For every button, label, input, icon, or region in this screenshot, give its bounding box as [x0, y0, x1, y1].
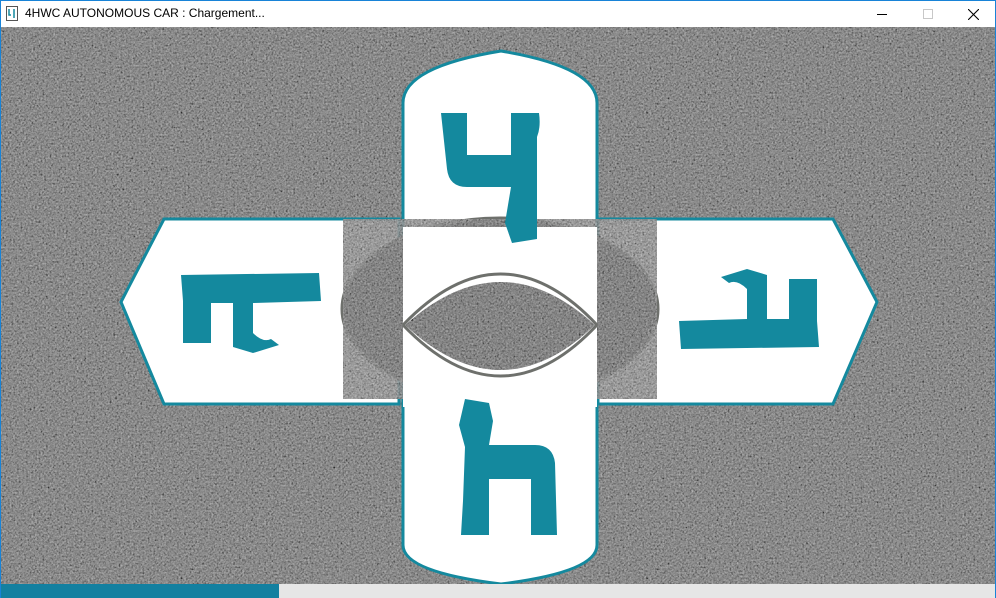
loading-progress-bar	[1, 584, 995, 598]
minimize-icon	[877, 14, 887, 15]
close-icon	[967, 8, 979, 20]
app-logo-icon	[6, 6, 18, 21]
window-title: 4HWC AUTONOMOUS CAR : Chargement...	[25, 6, 265, 20]
minimize-button[interactable]	[859, 1, 905, 27]
splash-graphic	[1, 27, 995, 584]
splash-image	[1, 27, 995, 584]
close-button[interactable]	[950, 1, 996, 27]
maximize-icon	[923, 9, 933, 19]
maximize-button[interactable]	[905, 1, 951, 27]
app-window: 4HWC AUTONOMOUS CAR : Chargement...	[0, 0, 996, 598]
title-bar[interactable]: 4HWC AUTONOMOUS CAR : Chargement...	[1, 1, 995, 27]
loading-progress-fill	[1, 584, 279, 598]
